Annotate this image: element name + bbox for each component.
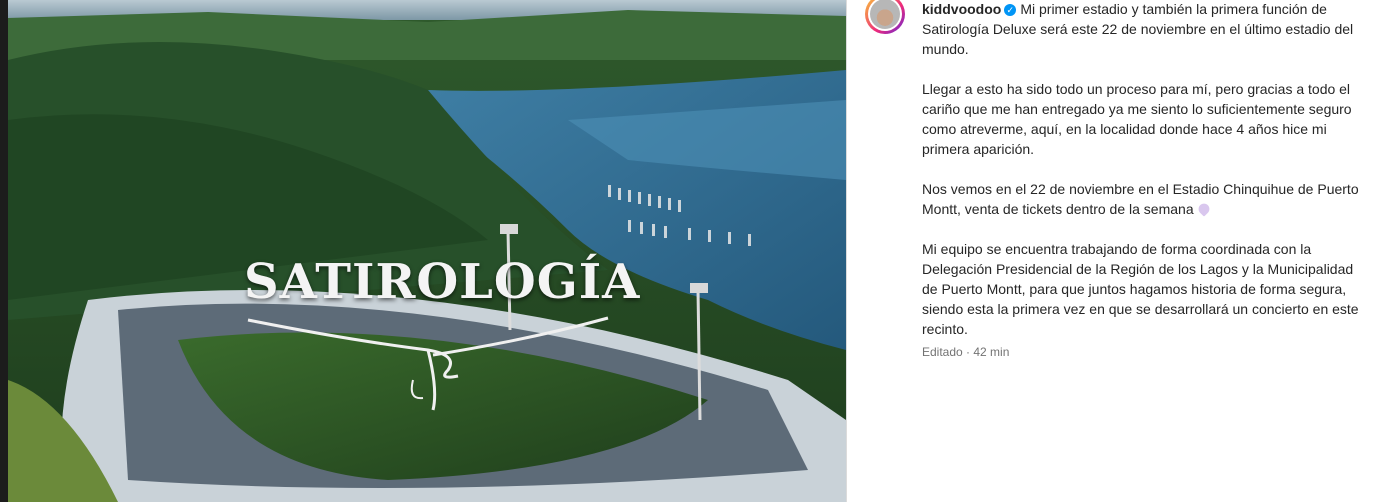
caption-paragraph-2: Llegar a esto ha sido todo un proceso pa… <box>922 81 1352 157</box>
caption-text-3: Nos vemos en el 22 de noviembre en el Es… <box>922 181 1359 217</box>
post-caption: kiddvoodoo ✓ Mi primer estadio y también l… <box>922 0 1372 359</box>
verified-badge-icon: ✓ <box>1004 4 1017 16</box>
caption-paragraph-4: Mi equipo se encuentra trabajando de for… <box>922 241 1359 337</box>
edited-timestamp: Editado · 42 min <box>922 345 1010 359</box>
post-image[interactable]: SATIROLOGÍA <box>8 0 846 502</box>
stadium-aerial-image <box>8 0 846 502</box>
username-link[interactable]: kiddvoodoo <box>922 1 1001 17</box>
caption-paragraph-1: kiddvoodoo ✓ Mi primer estadio y también l… <box>922 0 1372 59</box>
avatar[interactable] <box>865 0 905 34</box>
post-caption-panel: kiddvoodoo ✓ Mi primer estadio y también l… <box>847 0 1393 502</box>
profile-photo-icon <box>870 0 900 29</box>
caption-paragraph-3: Nos vemos en el 22 de noviembre en el Es… <box>922 179 1372 219</box>
window-edge <box>0 0 8 502</box>
title-flourish-icon <box>247 316 609 411</box>
purple-heart-icon <box>1195 201 1212 217</box>
